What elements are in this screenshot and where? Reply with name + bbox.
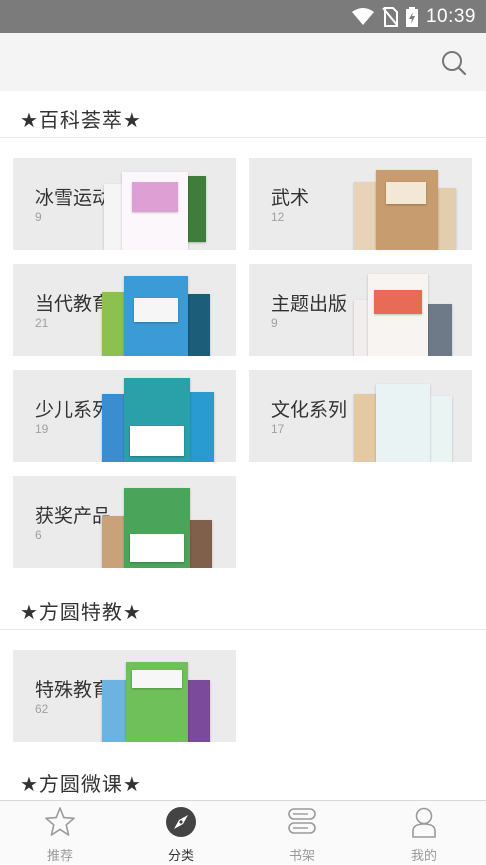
divider xyxy=(0,137,486,138)
book-covers xyxy=(102,158,222,250)
top-bar xyxy=(0,33,486,91)
book-covers xyxy=(338,264,458,356)
category-count: 62 xyxy=(35,702,49,716)
tab-label: 书架 xyxy=(288,849,315,864)
star-icon xyxy=(45,807,75,836)
category-name: 文化系列 xyxy=(271,399,348,421)
category-card-award-products[interactable]: 获奖产品 6 xyxy=(13,476,236,568)
tab-label: 我的 xyxy=(410,849,437,864)
section-title-fangyuan-special: ★方圆特教★ xyxy=(20,600,142,624)
book-covers xyxy=(102,264,222,356)
category-card-special-education[interactable]: 特殊教育 62 xyxy=(13,650,236,742)
category-card-martial-arts[interactable]: 武术 12 xyxy=(249,158,472,250)
category-name: 主题出版 xyxy=(271,293,348,315)
bookshelf-icon xyxy=(288,808,316,834)
category-name: 冰雪运动 xyxy=(35,187,112,209)
category-card-children-series[interactable]: 少儿系列 19 xyxy=(13,370,236,462)
tab-mine[interactable]: 我的 xyxy=(364,801,484,865)
category-name: 特殊教育 xyxy=(35,679,112,701)
tab-recommend[interactable]: 推荐 xyxy=(0,801,120,865)
divider xyxy=(0,629,486,630)
category-card-contemporary-education[interactable]: 当代教育 21 xyxy=(13,264,236,356)
book-covers xyxy=(102,476,222,568)
category-list[interactable]: ★百科荟萃★ 冰雪运动 9 武术 12 当代教育 21 主题出版 9 少儿系列 … xyxy=(0,91,486,800)
book-covers xyxy=(102,650,222,742)
no-sim-icon xyxy=(382,6,398,27)
category-count: 21 xyxy=(35,316,49,330)
compass-icon xyxy=(166,807,196,837)
clock: 10:39 xyxy=(425,5,476,27)
section-title-baike: ★百科荟萃★ xyxy=(20,108,142,132)
category-count: 6 xyxy=(35,528,42,542)
category-count: 19 xyxy=(35,422,49,436)
category-card-culture-series[interactable]: 文化系列 17 xyxy=(249,370,472,462)
category-name: 武术 xyxy=(271,187,310,209)
category-name: 获奖产品 xyxy=(35,505,112,527)
search-icon[interactable] xyxy=(440,49,468,77)
category-count: 17 xyxy=(271,422,285,436)
battery-charging-icon xyxy=(405,6,418,27)
category-name: 少儿系列 xyxy=(35,399,112,421)
category-card-winter-sports[interactable]: 冰雪运动 9 xyxy=(13,158,236,250)
tab-bookshelf[interactable]: 书架 xyxy=(242,801,362,865)
category-card-theme-publishing[interactable]: 主题出版 9 xyxy=(249,264,472,356)
tab-label: 分类 xyxy=(167,849,194,864)
wifi-icon xyxy=(351,7,374,25)
book-covers xyxy=(338,370,458,462)
status-bar: 10:39 xyxy=(0,0,486,33)
section-title-fangyuan-microcourse: ★方圆微课★ xyxy=(20,772,142,796)
bottom-tab-bar: 推荐 分类 书架 我的 xyxy=(0,800,486,864)
tab-category[interactable]: 分类 xyxy=(121,801,241,865)
category-count: 12 xyxy=(271,210,285,224)
tab-label: 推荐 xyxy=(46,849,73,864)
user-icon xyxy=(412,807,436,838)
category-count: 9 xyxy=(35,210,42,224)
category-name: 当代教育 xyxy=(35,293,112,315)
category-count: 9 xyxy=(271,316,278,330)
book-covers xyxy=(338,158,458,250)
book-covers xyxy=(102,370,222,462)
